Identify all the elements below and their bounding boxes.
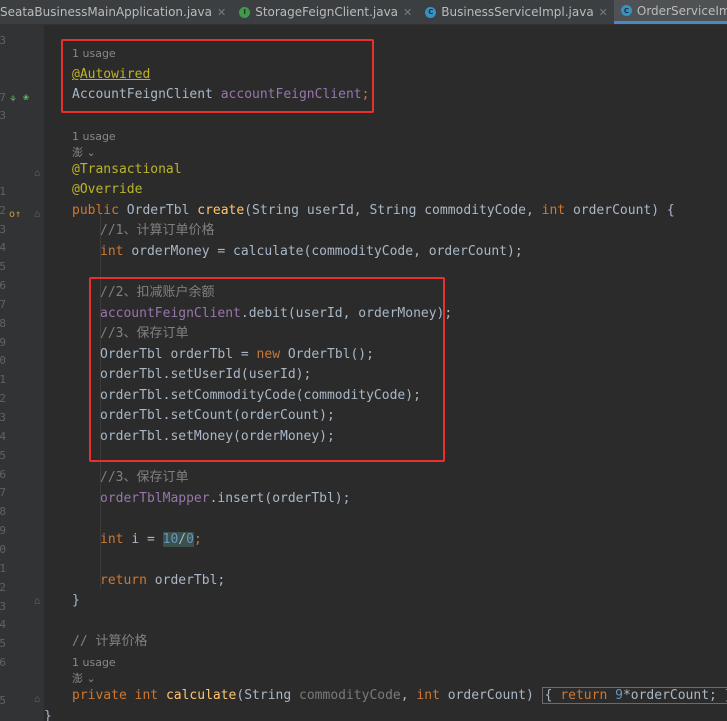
method-signature: public OrderTbl create(String userId, St… bbox=[72, 203, 675, 218]
code-comment: //1、计算订单价格 bbox=[100, 223, 215, 238]
line-number: 9 bbox=[0, 524, 6, 538]
line-number: 6 bbox=[0, 467, 6, 481]
tab-label: BusinessServiceImpl.java bbox=[441, 5, 594, 19]
spring-icon[interactable]: ❀ bbox=[23, 92, 29, 103]
line-number: 2 bbox=[0, 392, 6, 406]
line-number: 7 bbox=[0, 90, 6, 104]
line-number: 9 bbox=[0, 335, 6, 349]
line-number: 8 bbox=[0, 505, 6, 519]
line-number: 6 bbox=[0, 656, 6, 670]
tab-storage-feign-client[interactable]: I StorageFeignClient.java ✕ bbox=[232, 0, 418, 24]
method-signature: private int calculate(String commodityCo… bbox=[72, 686, 727, 706]
line-number: 3 bbox=[0, 599, 6, 613]
tab-label: SeataBusinessMainApplication.java bbox=[0, 5, 212, 19]
line-number: 0 bbox=[0, 542, 6, 556]
close-icon[interactable]: ✕ bbox=[599, 6, 608, 19]
line-number: 4 bbox=[0, 618, 6, 632]
line-number-gutter: 373123456789012345678901234565 ⚘ ❀ o↑ ⌂ … bbox=[0, 24, 44, 721]
line-number: 4 bbox=[0, 241, 6, 255]
line-number: 7 bbox=[0, 297, 6, 311]
line-number: 0 bbox=[0, 354, 6, 368]
line-number: 3 bbox=[0, 109, 6, 123]
fold-icon[interactable]: ⌂ bbox=[34, 596, 40, 607]
line-number: 3 bbox=[0, 411, 6, 424]
tab-label: OrderServiceImpl.java bbox=[636, 3, 727, 18]
line-number: 4 bbox=[0, 429, 6, 443]
code-line: } bbox=[44, 709, 52, 721]
highlight-box-order-body bbox=[89, 277, 445, 462]
line-number: 1 bbox=[0, 561, 6, 575]
editor-window: SeataBusinessMainApplication.java ✕ I St… bbox=[0, 0, 727, 721]
editor-tab-bar: SeataBusinessMainApplication.java ✕ I St… bbox=[0, 0, 727, 25]
close-icon[interactable]: ✕ bbox=[217, 6, 226, 19]
override-icon[interactable]: o↑ bbox=[9, 209, 21, 220]
class-icon: C bbox=[425, 6, 437, 18]
code-comment: //3、保存订单 bbox=[100, 470, 189, 485]
line-number: 3 bbox=[0, 222, 6, 236]
fold-icon[interactable]: ⌂ bbox=[34, 168, 40, 179]
tab-order-service-impl[interactable]: C OrderServiceImpl.java ✕ bbox=[613, 0, 727, 24]
line-number: 6 bbox=[0, 279, 6, 293]
highlight-box-autowired bbox=[61, 39, 374, 113]
interface-icon: I bbox=[239, 6, 251, 18]
code-line: } bbox=[72, 593, 80, 608]
code-line: int i = 10/0; bbox=[100, 532, 202, 547]
code-line: @Override bbox=[72, 182, 143, 197]
line-number: 7 bbox=[0, 486, 6, 500]
code-line: orderTblMapper.insert(orderTbl); bbox=[100, 491, 351, 506]
fold-icon[interactable]: ⌂ bbox=[34, 209, 40, 220]
line-number: 1 bbox=[0, 373, 6, 387]
line-number: 1 bbox=[0, 184, 6, 198]
close-icon[interactable]: ✕ bbox=[403, 6, 412, 19]
code-line: int orderMoney = calculate(commodityCode… bbox=[100, 244, 523, 259]
line-number: 8 bbox=[0, 316, 6, 330]
line-number: 5 bbox=[0, 448, 6, 462]
fold-icon[interactable]: ⌂ bbox=[34, 694, 40, 705]
tab-label: StorageFeignClient.java bbox=[255, 5, 399, 19]
line-number: 5 bbox=[0, 260, 6, 274]
tab-business-service-impl[interactable]: C BusinessServiceImpl.java ✕ bbox=[418, 0, 614, 24]
folded-body[interactable]: { return 9*orderCount; } bbox=[541, 687, 727, 704]
line-number: 5 bbox=[0, 637, 6, 651]
bean-icon[interactable]: ⚘ bbox=[10, 94, 16, 105]
tab-seata-business-main-application[interactable]: SeataBusinessMainApplication.java ✕ bbox=[0, 0, 232, 24]
line-number: 5 bbox=[0, 693, 6, 707]
line-number: 2 bbox=[0, 203, 6, 217]
line-number: 3 bbox=[0, 34, 6, 47]
code-comment: // 计算价格 bbox=[72, 634, 148, 649]
line-number: 2 bbox=[0, 580, 6, 594]
class-icon: C bbox=[620, 5, 632, 16]
code-line: return orderTbl; bbox=[100, 573, 226, 588]
code-line: @Transactional bbox=[72, 162, 182, 177]
